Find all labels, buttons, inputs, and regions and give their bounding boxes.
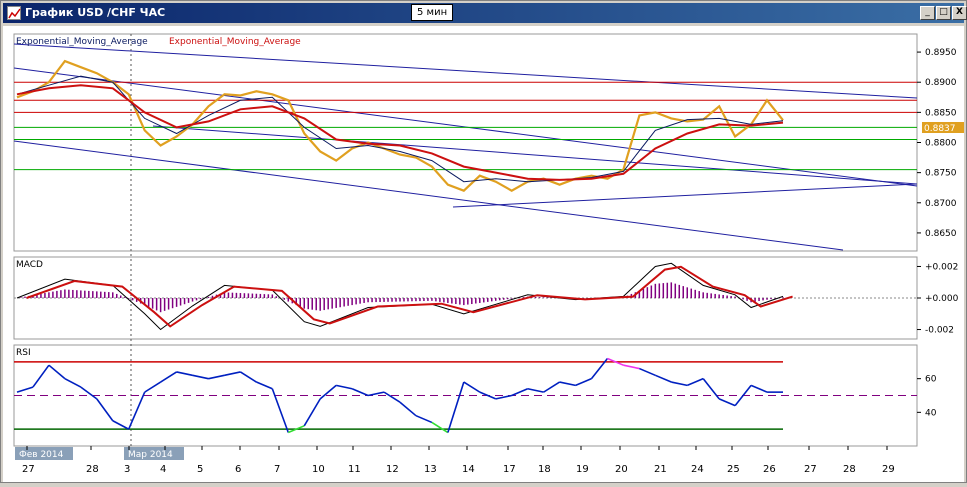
legend-ema-fast: Exponential_Moving_Average (16, 37, 148, 47)
main-y-tick-label-2: 0.8850 (925, 108, 957, 118)
chart-svg[interactable]: Exponential_Moving_Average Exponential_M… (3, 26, 964, 482)
x-tick-label-12: 17 (503, 464, 516, 475)
x-tick-label-1: 28 (86, 464, 99, 475)
main-y-tick-label-1: 0.8900 (925, 78, 957, 88)
minimize-button[interactable]: _ (920, 6, 935, 20)
x-tick-label-0: 27 (22, 464, 35, 475)
window-title: График USD /CHF ЧАС (25, 6, 166, 19)
main-y-tick-label-4: 0.8750 (925, 169, 957, 179)
x-tick-label-15: 20 (615, 464, 628, 475)
macd-y-axis: +0.002 +0.000 -0.002 (917, 262, 959, 336)
timeframe-badge[interactable]: 5 мин (411, 4, 454, 21)
x-tick-label-2: 3 (124, 464, 130, 475)
rsi-y-axis: 60 40 (917, 375, 937, 418)
macd-y-tick-label-2: -0.002 (925, 326, 954, 336)
macd-y-tick-label-0: +0.002 (925, 262, 958, 272)
main-panel[interactable] (13, 33, 918, 252)
x-tick-label-13: 18 (538, 464, 551, 475)
rsi-y-tick-label-0: 60 (925, 375, 937, 385)
chart-area[interactable]: Exponential_Moving_Average Exponential_M… (3, 26, 964, 482)
main-y-tick-label-0: 0.8950 (925, 48, 957, 58)
x-tick-label-14: 19 (576, 464, 589, 475)
macd-label: MACD (16, 260, 43, 270)
legend-ema-slow: Exponential_Moving_Average (169, 37, 301, 47)
main-y-tick-label-3: 0.8800 (925, 139, 957, 149)
close-button[interactable]: X (952, 6, 967, 20)
month-label-feb: Фев 2014 (19, 450, 64, 460)
macd-y-tick-label-1: +0.000 (925, 294, 959, 304)
maximize-button[interactable]: □ (936, 6, 951, 20)
main-y-tick-label-6: 0.8650 (925, 229, 957, 239)
x-tick-label-10: 13 (424, 464, 437, 475)
x-tick-label-4: 5 (197, 464, 203, 475)
x-tick-label-17: 24 (691, 464, 704, 475)
x-tick-label-19: 26 (763, 464, 776, 475)
rsi-label: RSI (16, 348, 31, 358)
main-y-axis: 0.8950 0.8900 0.8850 0.8800 0.8750 0.8700 0.86… (917, 48, 957, 239)
month-label-mar: Мар 2014 (128, 450, 173, 460)
title-bar[interactable]: График USD /CHF ЧАС 5 мин _ □ X (3, 3, 967, 23)
rsi-y-tick-label-1: 40 (925, 408, 937, 418)
x-tick-label-3: 4 (160, 464, 166, 475)
x-tick-label-9: 12 (386, 464, 399, 475)
current-price: 0.8837 (924, 124, 956, 134)
chart-app-icon (7, 6, 21, 20)
x-tick-label-7: 10 (312, 464, 325, 475)
macd-panel[interactable] (13, 256, 918, 340)
x-tick-label-21: 28 (843, 464, 856, 475)
x-tick-label-6: 7 (274, 464, 280, 475)
x-tick-label-20: 27 (804, 464, 817, 475)
x-tick-label-8: 11 (348, 464, 361, 475)
x-tick-label-16: 21 (654, 464, 667, 475)
x-tick-label-18: 25 (727, 464, 740, 475)
x-tick-label-22: 29 (882, 464, 895, 475)
x-tick-label-11: 14 (462, 464, 475, 475)
chart-window: График USD /CHF ЧАС 5 мин _ □ X Exponent… (0, 0, 967, 483)
x-tick-label-5: 6 (235, 464, 241, 475)
main-y-tick-label-5: 0.8700 (925, 199, 957, 209)
